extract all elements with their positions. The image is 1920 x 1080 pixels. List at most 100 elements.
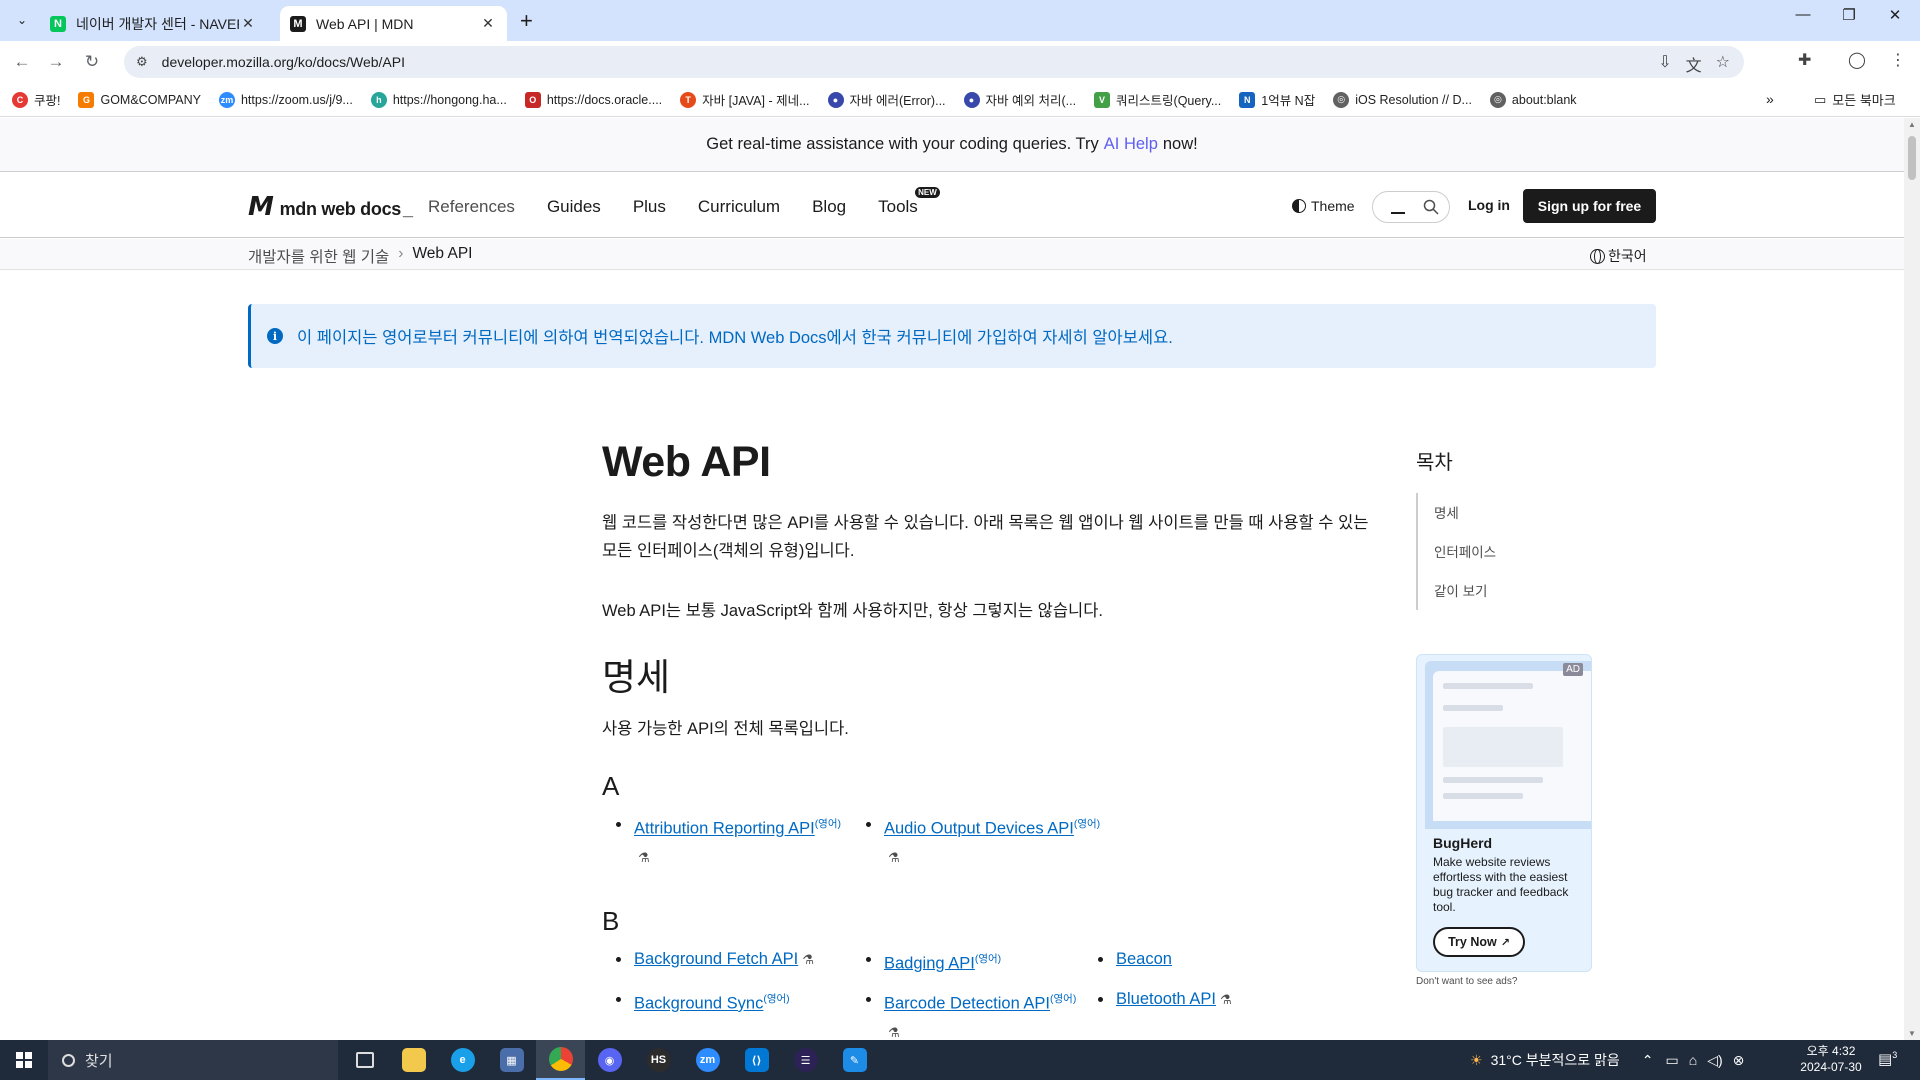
install-app-icon[interactable]: ⇩ <box>1658 52 1671 76</box>
status-icon[interactable]: ⊗ <box>1733 1052 1745 1069</box>
restore-button[interactable]: ❐ <box>1826 6 1872 24</box>
zoom-icon[interactable]: zm <box>683 1040 732 1080</box>
bookmark-item[interactable]: C 쿠팡! <box>12 90 60 109</box>
bookmark-item[interactable]: zm https://zoom.us/j/9... <box>218 91 353 108</box>
search-icon[interactable] <box>1423 199 1439 215</box>
store-icon[interactable]: ▦ <box>487 1040 536 1080</box>
new-tab-button[interactable]: + <box>520 8 533 34</box>
url-text[interactable]: developer.mozilla.org/ko/docs/Web/API <box>162 54 405 70</box>
toc-item-see-also[interactable]: 같이 보기 <box>1418 571 1596 610</box>
list-item: Attribution Reporting API(영어) ⚗ <box>602 810 852 872</box>
api-link[interactable]: Beacon <box>1116 950 1172 968</box>
bookmark-item[interactable]: V 쿼리스트링(Query... <box>1094 90 1221 109</box>
bookmark-item[interactable]: ◎ about:blank <box>1489 91 1577 108</box>
api-link[interactable]: Bluetooth API <box>1116 990 1216 1008</box>
api-link[interactable]: Audio Output Devices API <box>884 820 1074 838</box>
info-icon: i <box>267 328 283 344</box>
scroll-up-icon[interactable]: ▲ <box>1904 120 1920 129</box>
notice-text[interactable]: 이 페이지는 영어로부터 커뮤니티에 의하여 번역되었습니다. MDN Web … <box>297 324 1173 348</box>
ai-help-link[interactable]: AI Help <box>1104 135 1158 154</box>
translate-icon[interactable]: 文 <box>1686 52 1702 76</box>
xcode-icon[interactable]: ✎ <box>830 1040 879 1080</box>
chevron-up-icon[interactable]: ⌃ <box>1642 1052 1654 1069</box>
theme-button[interactable]: Theme <box>1292 198 1355 214</box>
breadcrumb-current[interactable]: Web API <box>412 245 472 267</box>
weather-icon[interactable]: ☀ <box>1470 1052 1483 1069</box>
bookmark-favicon-icon: zm <box>218 91 235 108</box>
bookmark-favicon-icon: h <box>370 91 387 108</box>
file-explorer-icon[interactable] <box>389 1040 438 1080</box>
nav-plus[interactable]: Plus <box>633 197 666 217</box>
no-ads-link[interactable]: Don't want to see ads? <box>1416 976 1517 987</box>
bookmark-item[interactable]: ● 자바 에러(Error)... <box>827 90 946 109</box>
nav-blog[interactable]: Blog <box>812 197 846 217</box>
ad-badge: AD <box>1563 663 1583 676</box>
nav-guides[interactable]: Guides <box>547 197 601 217</box>
extensions-icon[interactable]: ✚ <box>1798 50 1811 70</box>
sidebar-ad[interactable]: AD BugHerd Make website reviews effortle… <box>1416 654 1592 972</box>
tab-search-button[interactable]: ⌄ <box>10 8 34 32</box>
nav-curriculum[interactable]: Curriculum <box>698 197 780 217</box>
login-link[interactable]: Log in <box>1468 197 1510 213</box>
notification-icon[interactable]: ▤3 <box>1878 1050 1897 1068</box>
page-viewport: Get real-time assistance with your codin… <box>0 118 1904 1040</box>
tab-mdn[interactable]: M Web API | MDN ✕ <box>280 6 507 41</box>
bookmarks-overflow-button[interactable]: » <box>1766 91 1774 107</box>
address-bar[interactable]: ⚙ developer.mozilla.org/ko/docs/Web/API … <box>124 46 1744 78</box>
forward-arrow-icon[interactable]: → <box>44 50 68 74</box>
eclipse-icon[interactable]: ☰ <box>781 1040 830 1080</box>
taskbar-search-box[interactable]: 찾기 <box>48 1040 338 1080</box>
minimize-button[interactable]: — <box>1780 6 1826 23</box>
bookmark-item[interactable]: ◎ iOS Resolution // D... <box>1333 91 1472 108</box>
close-tab-icon[interactable]: ✕ <box>239 15 257 32</box>
signup-button[interactable]: Sign up for free <box>1523 189 1656 223</box>
bookmark-item[interactable]: G GOM&COMPANY <box>78 91 201 108</box>
bookmark-item[interactable]: ● 자바 예외 처리(... <box>963 90 1076 109</box>
bookmark-item[interactable]: h https://hongong.ha... <box>370 91 507 108</box>
bookmark-item[interactable]: N 1억뷰 N잡 <box>1239 90 1315 109</box>
bookmark-item[interactable]: Ohttps://docs.oracle.... <box>524 91 662 108</box>
start-button[interactable] <box>0 1040 48 1080</box>
scroll-thumb[interactable] <box>1908 136 1916 180</box>
mdn-logo[interactable]: M mdn web docs _ <box>248 192 413 222</box>
api-link[interactable]: Barcode Detection API <box>884 995 1050 1013</box>
site-info-icon[interactable]: ⚙ <box>136 54 148 70</box>
edge-icon[interactable]: e <box>438 1040 487 1080</box>
toc-item-interfaces[interactable]: 인터페이스 <box>1418 532 1596 571</box>
reload-icon[interactable]: ↻ <box>80 50 104 74</box>
menu-kebab-icon[interactable]: ⋮ <box>1890 50 1906 70</box>
all-bookmarks-button[interactable]: ▭ 모든 북마크 <box>1814 90 1896 109</box>
network-icon[interactable]: ⌂ <box>1689 1052 1697 1068</box>
api-link[interactable]: Attribution Reporting API <box>634 820 815 838</box>
ad-screenshot <box>1425 661 1591 829</box>
tab-naver[interactable]: N 네이버 개발자 센터 - NAVER D ✕ <box>40 6 267 41</box>
close-tab-icon[interactable]: ✕ <box>479 15 497 32</box>
back-arrow-icon[interactable]: ← <box>10 50 34 74</box>
weather-text[interactable]: 31°C 부분적으로 맑음 <box>1491 1050 1620 1070</box>
api-link[interactable]: Background Sync <box>634 995 763 1013</box>
profile-avatar-icon[interactable]: ◯ <box>1848 50 1866 70</box>
task-view-icon[interactable] <box>340 1040 389 1080</box>
api-link[interactable]: Badging API <box>884 954 975 972</box>
api-link[interactable]: Background Fetch API <box>634 950 798 968</box>
page-scrollbar[interactable]: ▲ ▼ <box>1904 118 1920 1040</box>
discord-icon[interactable]: ◉ <box>585 1040 634 1080</box>
nav-references[interactable]: References <box>428 197 515 217</box>
close-window-button[interactable]: ✕ <box>1872 6 1918 24</box>
vscode-icon[interactable]: ⟨⟩ <box>732 1040 781 1080</box>
bookmark-item[interactable]: T 자바 [JAVA] - 제네... <box>680 90 810 109</box>
hs-app-icon[interactable]: HS <box>634 1040 683 1080</box>
language-switcher[interactable]: 한국어 <box>1590 246 1647 266</box>
scroll-down-icon[interactable]: ▼ <box>1904 1029 1920 1038</box>
volume-icon[interactable]: ◁) <box>1707 1052 1722 1069</box>
breadcrumb-parent-link[interactable]: 개발자를 위한 웹 기술 <box>248 245 389 267</box>
site-search-input[interactable] <box>1372 191 1450 223</box>
ad-try-now-button[interactable]: Try Now ↗ <box>1433 927 1525 957</box>
toc-item-spec[interactable]: 명세 <box>1418 493 1596 532</box>
taskbar-clock[interactable]: 오후 4:32 2024-07-30 <box>1786 1043 1876 1075</box>
translation-notice: i 이 페이지는 영어로부터 커뮤니티에 의하여 번역되었습니다. MDN We… <box>248 304 1656 368</box>
chrome-icon[interactable] <box>536 1040 585 1080</box>
nav-tools[interactable]: Tools NEW <box>878 187 940 217</box>
bookmark-star-icon[interactable]: ☆ <box>1716 52 1730 76</box>
meet-now-icon[interactable]: ▭ <box>1666 1052 1679 1069</box>
